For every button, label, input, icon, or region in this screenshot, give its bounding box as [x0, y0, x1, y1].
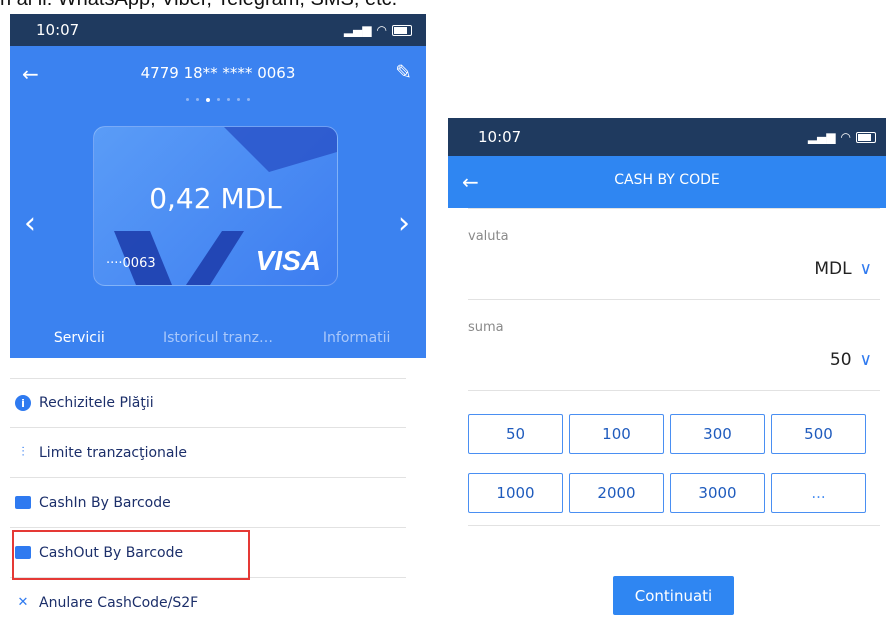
status-icons: ▂▄▆ ◠ [344, 23, 412, 37]
visa-logo: VISA [255, 245, 321, 276]
currency-value: MDL [814, 259, 852, 279]
menu-item-cashin[interactable]: CashIn By Barcode [10, 478, 406, 528]
amount-option-button[interactable]: 50 [468, 414, 563, 454]
signal-icon: ▂▄▆ [807, 130, 836, 144]
highlight-box [12, 530, 250, 580]
left-phone-screen: 10:07 ▂▄▆ ◠ ← 4779 18** **** 0063 ✎ 0,42… [10, 14, 426, 625]
cash-form: valuta MDL ∨ suma 50 ∨ 50 100 300 500 10… [468, 208, 880, 526]
amount-field[interactable]: suma 50 ∨ [468, 299, 880, 390]
card-carousel-area: ← 4779 18** **** 0063 ✎ 0,42 MDL ····006… [10, 46, 426, 358]
menu-item-rechizitele[interactable]: i Rechizitele Plăţii [10, 378, 406, 428]
carousel-dot [186, 98, 189, 101]
menu-item-label: CashIn By Barcode [39, 494, 171, 511]
battery-icon [392, 24, 412, 36]
cash-box-icon [15, 495, 31, 511]
page-title: CASH BY CODE [614, 172, 720, 188]
currency-field[interactable]: valuta MDL ∨ [468, 208, 880, 299]
wifi-icon: ◠ [376, 23, 387, 37]
amount-select[interactable]: 50 ∨ [830, 350, 872, 370]
carousel-dot [196, 98, 199, 101]
signal-icon: ▂▄▆ [343, 23, 372, 37]
card-balance: 0,42 MDL [149, 182, 282, 215]
amount-option-button[interactable]: 300 [670, 414, 765, 454]
status-time: 10:07 [36, 21, 80, 39]
card-header: ← 4779 18** **** 0063 ✎ [10, 60, 426, 90]
card-tabs: Servicii Istoricul tranz… Informatii [10, 330, 426, 346]
status-bar: 10:07 ▂▄▆ ◠ [10, 14, 426, 46]
more-amounts-button[interactable]: ... [771, 473, 866, 513]
close-icon: ✕ [17, 595, 29, 610]
status-icons: ▂▄▆ ◠ [808, 130, 876, 144]
carousel-dot [237, 98, 240, 101]
edit-pen-icon[interactable]: ✎ [395, 60, 412, 84]
wifi-icon: ◠ [840, 130, 851, 144]
next-card-chevron-icon[interactable]: › [398, 206, 410, 241]
amount-option-button[interactable]: 2000 [569, 473, 664, 513]
card-number: 4779 18** **** 0063 [140, 64, 296, 82]
tab-informatii[interactable]: Informatii [287, 330, 426, 346]
sliders-icon: ⫶ [21, 445, 25, 460]
carousel-dots [10, 98, 426, 102]
currency-select[interactable]: MDL ∨ [814, 259, 872, 279]
carousel-dot-active [206, 98, 210, 102]
carousel-dot [227, 98, 230, 101]
chevron-down-icon: ∨ [859, 259, 872, 279]
bank-card[interactable]: 0,42 MDL ····0063 VISA [93, 126, 338, 286]
right-phone-screen: 10:07 ▂▄▆ ◠ ← CASH BY CODE valuta MDL ∨ … [448, 118, 886, 625]
continue-button[interactable]: Continuati [613, 576, 734, 615]
amount-label: suma [468, 320, 504, 335]
carousel-dot [217, 98, 220, 101]
menu-item-label: Anulare CashCode/S2F [39, 594, 199, 611]
chevron-down-icon: ∨ [859, 350, 872, 370]
app-header: ← CASH BY CODE [448, 156, 886, 208]
amount-options: 50 100 300 500 1000 2000 3000 ... [468, 390, 880, 525]
status-time: 10:07 [478, 128, 522, 146]
divider [468, 525, 880, 526]
info-icon: i [15, 395, 31, 411]
menu-item-label: Rechizitele Plăţii [39, 395, 154, 411]
amount-option-button[interactable]: 3000 [670, 473, 765, 513]
carousel-dot [247, 98, 250, 101]
amount-option-button[interactable]: 500 [771, 414, 866, 454]
previous-card-chevron-icon[interactable]: ‹ [24, 206, 36, 241]
services-menu: i Rechizitele Plăţii ⫶ Limite tranzacţio… [10, 378, 406, 625]
tab-servicii[interactable]: Servicii [10, 330, 149, 346]
menu-item-anulare[interactable]: ✕ Anulare CashCode/S2F [10, 578, 406, 625]
amount-value: 50 [829, 350, 852, 370]
status-bar: 10:07 ▂▄▆ ◠ [448, 118, 886, 156]
menu-item-label: Limite tranzacţionale [39, 444, 187, 461]
battery-icon [856, 131, 876, 143]
amount-option-button[interactable]: 1000 [468, 473, 563, 513]
card-last-digits: ····0063 [106, 256, 156, 271]
amount-option-button[interactable]: 100 [569, 414, 664, 454]
currency-label: valuta [468, 229, 509, 244]
menu-item-limite[interactable]: ⫶ Limite tranzacţionale [10, 428, 406, 478]
caption-text: n al li: WhatsApp, Viber, Telegram, SMS,… [0, 0, 397, 11]
tab-istoricul[interactable]: Istoricul tranz… [149, 330, 288, 346]
